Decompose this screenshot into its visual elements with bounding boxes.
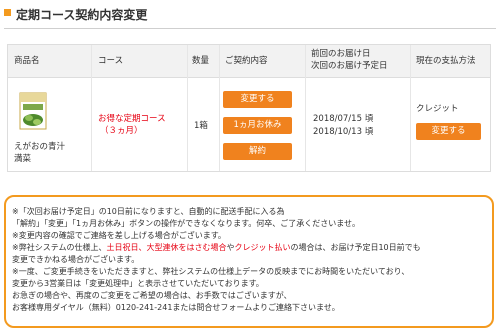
table-header: 商品名 コース 数量 ご契約内容 前回のお届け日 次回のお届け予定日 現在の支払… [8, 45, 490, 78]
square-bullet-icon [4, 9, 11, 16]
column-divider [305, 45, 306, 171]
col-header-contract: ご契約内容 [225, 56, 268, 66]
course-name: お得な定期コース [98, 114, 166, 124]
next-delivery-date: 2018/10/13 頃 [313, 127, 374, 137]
notice-text: ※弊社システムの仕様上、土日祝日、大型連休をはさむ場合やクレジット払いの場合は、… [12, 242, 421, 253]
product-name: えがおの青汁 [14, 142, 66, 152]
notice-highlight: クレジット払い [234, 243, 291, 252]
col-header-course: コース [98, 56, 124, 66]
course-duration: （３ヵ月） [100, 126, 143, 136]
notice-highlight: 土日祝日、大型連休をはさむ場合 [106, 243, 227, 252]
col-header-product: 商品名 [14, 56, 40, 66]
notice-box: ※「次回お届け予定日」の10日前になりますと、自動的に配送手配に入る為 「解約」… [4, 195, 494, 328]
change-payment-button[interactable]: 変更する [416, 123, 481, 140]
section-header: 定期コース契約内容変更 [4, 6, 496, 29]
product-image [19, 92, 47, 130]
change-contract-button[interactable]: 変更する [223, 91, 292, 108]
notice-text: ※一度、ご変更手続きをいただきますと、弊社システムの仕様上データの反映までにお時… [12, 267, 410, 276]
col-header-last-delivery: 前回のお届け日 [311, 49, 371, 59]
product-name-sub: 満菜 [14, 154, 32, 164]
notice-text: 「解約」「変更」「1ヵ月お休み」ボタンの操作ができなくなります。何卒、ご了承くだ… [12, 219, 361, 228]
col-header-next-delivery: 次回のお届け予定日 [311, 61, 388, 71]
column-divider [91, 45, 92, 171]
payment-method: クレジット [416, 104, 459, 114]
notice-text: お急ぎの場合や、再度のご変更をご希望の場合は、お手数ではございますが、 [12, 291, 292, 300]
column-divider [187, 45, 188, 171]
contract-table: 商品名 コース 数量 ご契約内容 前回のお届け日 次回のお届け予定日 現在の支払… [7, 44, 491, 172]
page-title: 定期コース契約内容変更 [16, 8, 148, 22]
last-delivery-date: 2018/07/15 頃 [313, 114, 374, 124]
notice-text-part: ※弊社システムの仕様上、 [12, 243, 107, 252]
column-divider [219, 45, 220, 171]
col-header-quantity: 数量 [192, 56, 210, 66]
notice-text: ※「次回お届け予定日」の10日前になりますと、自動的に配送手配に入る為 [12, 207, 285, 216]
notice-text: 変更できかねる場合がございます。 [12, 255, 140, 264]
column-divider [410, 45, 411, 171]
notice-text: 変更から3営業日は「変更処理中」と表示させていただいております。 [12, 279, 264, 288]
notice-text-part: の場合は、お届け予定日10日前でも [290, 243, 421, 252]
skip-month-button[interactable]: 1ヵ月お休み [223, 117, 292, 134]
col-header-payment: 現在の支払方法 [416, 56, 476, 66]
notice-text: ※変更内容の確認でご連絡を差し上げる場合がございます。 [12, 231, 226, 240]
quantity-value: 1箱 [194, 121, 208, 131]
cancel-contract-button[interactable]: 解約 [223, 143, 292, 160]
notice-text: お客様専用ダイヤル（無料）0120-241-241または問合せフォームよりご連絡… [12, 303, 340, 312]
